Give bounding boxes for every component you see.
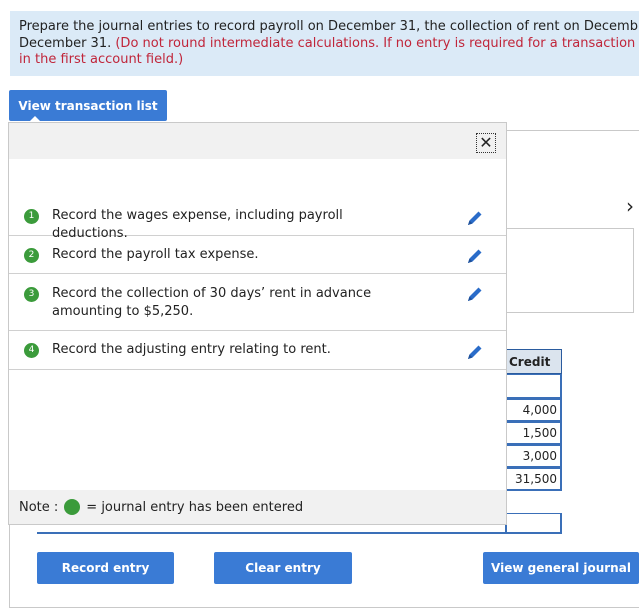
view-general-journal-button[interactable]: View general journal xyxy=(483,552,639,584)
credit-cell[interactable]: 1,500 xyxy=(505,422,562,445)
entered-indicator-icon xyxy=(64,499,81,515)
note-prefix: Note : xyxy=(19,499,59,515)
credit-cell[interactable]: 3,000 xyxy=(505,445,562,468)
edit-pencil-icon[interactable] xyxy=(465,208,485,228)
edit-pencil-icon[interactable] xyxy=(465,284,485,304)
list-item[interactable]: 1 Record the wages expense, including pa… xyxy=(9,197,506,241)
instructions-line-3: in the first account field.) xyxy=(19,52,184,67)
instructions-panel: Prepare the journal entries to record pa… xyxy=(10,11,639,76)
entry-number-badge: 1 xyxy=(24,209,39,224)
list-item[interactable]: 2 Record the payroll tax expense. xyxy=(9,236,506,274)
list-item[interactable]: 4 Record the adjusting entry relating to… xyxy=(9,331,506,370)
instructions-date: December 31. xyxy=(19,35,116,51)
entry-number-badge: 2 xyxy=(24,248,39,263)
list-item[interactable]: 3 Record the collection of 30 days’ rent… xyxy=(9,274,506,331)
record-entry-button[interactable]: Record entry xyxy=(37,552,174,584)
credit-cell[interactable]: 31,500 xyxy=(505,468,562,491)
credit-column-header: Credit xyxy=(505,349,562,374)
clear-entry-button[interactable]: Clear entry xyxy=(214,552,352,584)
instructions-line-1: Prepare the journal entries to record pa… xyxy=(19,19,638,34)
instructions-line-2: December 31. (Do not round intermediate … xyxy=(19,35,635,53)
entry-number-badge: 4 xyxy=(24,343,39,358)
credit-cell[interactable]: 4,000 xyxy=(505,399,562,422)
legend-note: Note : = journal entry has been entered xyxy=(19,499,303,515)
list-item-text: Record the payroll tax expense. xyxy=(52,247,259,262)
table-bottom-border xyxy=(37,532,562,534)
next-chevron-icon[interactable]: › xyxy=(626,194,634,218)
entry-number-badge: 3 xyxy=(24,287,39,302)
transaction-list: 1 Record the wages expense, including pa… xyxy=(9,159,506,490)
journal-description-box xyxy=(505,228,634,313)
edit-pencil-icon[interactable] xyxy=(465,342,485,362)
credit-cell[interactable] xyxy=(505,374,562,399)
popup-caret xyxy=(29,116,41,122)
close-icon[interactable]: ✕ xyxy=(476,133,496,153)
list-item-text: Record the adjusting entry relating to r… xyxy=(52,342,331,357)
instructions-warning: (Do not round intermediate calculations.… xyxy=(115,35,636,51)
transaction-list-popup: ✕ 1 Record the wages expense, including … xyxy=(8,122,507,525)
credit-cell[interactable] xyxy=(505,513,562,534)
note-text: = journal entry has been entered xyxy=(86,499,304,515)
list-item-text: Record the collection of 30 days’ rent i… xyxy=(52,286,372,319)
edit-pencil-icon[interactable] xyxy=(465,246,485,266)
